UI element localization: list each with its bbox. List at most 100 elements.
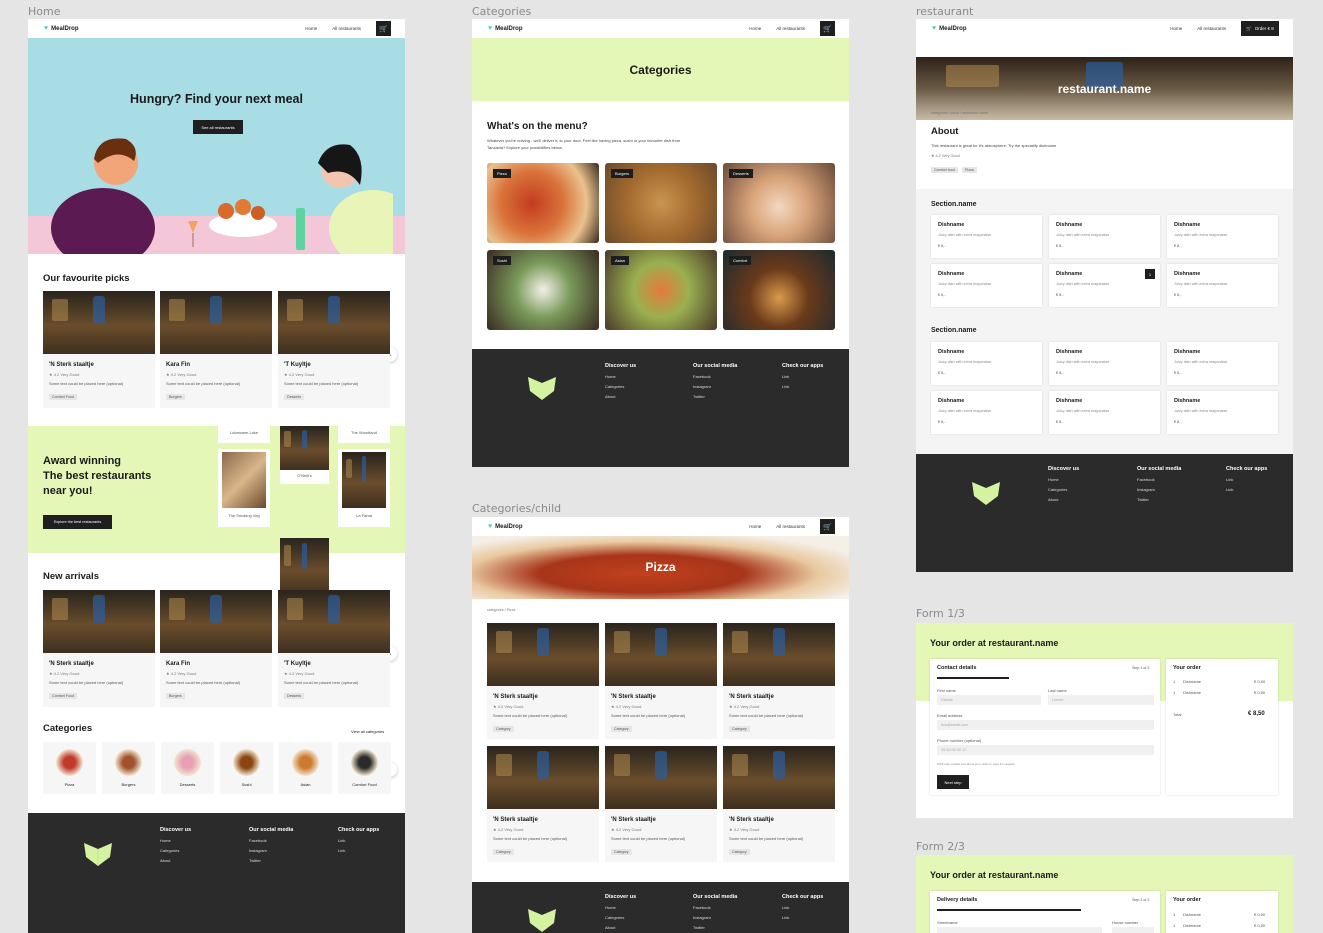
footer-link[interactable]: Home: [605, 903, 636, 913]
restaurant-card[interactable]: 'N Sterk staaltje ★ 4.2 Very Good Some t…: [723, 623, 835, 739]
restaurant-card[interactable]: 'T Kuyltje ★ 4.2 Very Good Some text cou…: [278, 590, 390, 707]
email-input[interactable]: rixa@email.com: [937, 720, 1154, 730]
category-tile[interactable]: Asian: [605, 250, 717, 330]
footer-link[interactable]: Categories: [160, 846, 191, 856]
cart-button[interactable]: 🛒: [820, 519, 835, 534]
award-card[interactable]: The Woodland: [338, 426, 390, 443]
breadcrumb[interactable]: categories / pizza / restaurant.name: [931, 111, 988, 115]
restaurant-card[interactable]: 'N Sterk staaltje ★ 4.2 Very Good Some t…: [487, 623, 599, 739]
footer-link[interactable]: Link: [338, 846, 379, 856]
dish-card[interactable]: Dishname Juicy dish with extra mayonaise…: [931, 391, 1042, 434]
footer-link[interactable]: Categories: [1048, 485, 1079, 495]
restaurant-card[interactable]: 'N Sterk staaltje ★ 4.2 Very Good Some t…: [605, 746, 717, 862]
nav-all-restaurants-link[interactable]: All restaurants: [1197, 26, 1226, 31]
nav-all-restaurants-link[interactable]: All restaurants: [332, 26, 361, 31]
footer-link[interactable]: Instagram: [1137, 485, 1181, 495]
cart-button[interactable]: 🛒: [376, 21, 391, 36]
last-name-input[interactable]: Lianne: [1048, 695, 1154, 705]
cart-order-button[interactable]: 🛒 Order € 8: [1241, 21, 1279, 36]
footer-link[interactable]: Categories: [605, 913, 636, 923]
dish-card[interactable]: Dishname Juicy dish with extra mayonaise…: [1049, 264, 1160, 307]
footer-link[interactable]: Link: [782, 913, 823, 923]
phone-input[interactable]: 06 00 00 00 12: [937, 745, 1154, 755]
nav-home-link[interactable]: Home: [1170, 26, 1182, 31]
category-card[interactable]: Desserts: [161, 742, 214, 794]
restaurant-card[interactable]: 'N Sterk staaltje ★ 4.2 Very Good Some t…: [487, 746, 599, 862]
footer-link[interactable]: Facebook: [249, 836, 293, 846]
footer-link[interactable]: Twitter: [249, 856, 293, 866]
footer-link[interactable]: Link: [782, 903, 823, 913]
nav-home-link[interactable]: Home: [749, 26, 761, 31]
category-card[interactable]: Asian: [279, 742, 332, 794]
award-card[interactable]: O'Neill's: [280, 470, 329, 484]
nav-home-link[interactable]: Home: [305, 26, 317, 31]
category-tile[interactable]: Desserts: [723, 163, 835, 243]
award-card[interactable]: La Fama: [338, 449, 390, 527]
footer-link[interactable]: Link: [338, 836, 379, 846]
see-all-restaurants-button[interactable]: See all restaurants: [193, 120, 243, 134]
brand-logo[interactable]: ♥ MealDrop: [932, 25, 967, 32]
footer-link[interactable]: Home: [605, 372, 636, 382]
restaurant-card[interactable]: 'T Kuyltje ★ 4.2 Very Good Some text cou…: [278, 291, 390, 408]
dish-card[interactable]: Dishname Juicy dish with extra mayonaise…: [931, 215, 1042, 258]
category-card[interactable]: Burgers: [102, 742, 155, 794]
footer-link[interactable]: Facebook: [693, 372, 737, 382]
footer-link[interactable]: Home: [1048, 475, 1079, 485]
restaurant-card[interactable]: 'N Sterk staaltje ★ 4.2 Very Good Some t…: [723, 746, 835, 862]
brand-logo[interactable]: ♥ MealDrop: [488, 25, 523, 32]
category-tile[interactable]: Comfort: [723, 250, 835, 330]
dish-card[interactable]: Dishname Juicy dish with extra mayonaise…: [1167, 215, 1278, 258]
dish-card[interactable]: Dishname Juicy dish with extra mayonaise…: [1167, 342, 1278, 385]
explore-best-button[interactable]: Explore the best restaurants: [43, 515, 112, 529]
dish-card[interactable]: Dishname Juicy dish with extra mayonaise…: [1167, 391, 1278, 434]
footer-link[interactable]: Twitter: [1137, 495, 1181, 505]
breadcrumb[interactable]: categories / Pizza: [487, 608, 515, 612]
brand-logo[interactable]: ♥ MealDrop: [488, 523, 523, 530]
category-card[interactable]: Comfort Food: [338, 742, 391, 794]
brand-logo[interactable]: ♥ MealDrop: [44, 25, 79, 32]
dish-card[interactable]: Dishname Juicy dish with extra mayonaise…: [1167, 264, 1278, 307]
restaurant-card[interactable]: Kara Fin ★ 4.2 Very Good Some text could…: [160, 291, 272, 408]
footer-link[interactable]: Link: [782, 372, 823, 382]
footer-link[interactable]: About: [1048, 495, 1079, 505]
category-card[interactable]: Pizza: [43, 742, 96, 794]
nav-all-restaurants-link[interactable]: All restaurants: [776, 26, 805, 31]
restaurant-card[interactable]: 'N Sterk staaltje ★ 4.2 Very Good Some t…: [605, 623, 717, 739]
footer-link[interactable]: About: [605, 392, 636, 402]
dish-card[interactable]: Dishname Juicy dish with extra mayonaise…: [1049, 215, 1160, 258]
restaurant-card[interactable]: 'N Sterk staaltje ★ 4.2 Very Good Some t…: [43, 590, 155, 707]
footer-link[interactable]: Instagram: [693, 913, 737, 923]
footer-link[interactable]: Facebook: [1137, 475, 1181, 485]
restaurant-card[interactable]: Kara Fin ★ 4.2 Very Good Some text could…: [160, 590, 272, 707]
footer-link[interactable]: Facebook: [693, 903, 737, 913]
dish-card[interactable]: Dishname Juicy dish with extra mayonaise…: [931, 264, 1042, 307]
footer-link[interactable]: Instagram: [693, 382, 737, 392]
award-card[interactable]: The Smoking Veg: [218, 449, 270, 527]
footer-link[interactable]: Link: [1226, 485, 1267, 495]
cart-button[interactable]: 🛒: [820, 21, 835, 36]
dish-card[interactable]: Dishname Juicy dish with extra mayonaise…: [931, 342, 1042, 385]
view-all-categories-link[interactable]: View all categories: [351, 729, 384, 734]
dish-card[interactable]: Dishname Juicy dish with extra mayonaise…: [1049, 391, 1160, 434]
next-step-button[interactable]: Next step: [937, 775, 969, 789]
award-card[interactable]: Lukewarm Lake: [218, 426, 270, 443]
category-tile[interactable]: Sushi: [487, 250, 599, 330]
footer-link[interactable]: Instagram: [249, 846, 293, 856]
footer-link[interactable]: Twitter: [693, 923, 737, 933]
category-tile[interactable]: Pizza: [487, 163, 599, 243]
street-input[interactable]: [937, 927, 1102, 933]
dish-card[interactable]: Dishname Juicy dish with extra mayonaise…: [1049, 342, 1160, 385]
house-number-input[interactable]: [1112, 927, 1154, 933]
first-name-input[interactable]: Rianne: [937, 695, 1041, 705]
nav-home-link[interactable]: Home: [749, 524, 761, 529]
footer-link[interactable]: About: [605, 923, 636, 933]
footer-link[interactable]: Link: [782, 382, 823, 392]
category-tile[interactable]: Burgers: [605, 163, 717, 243]
category-card[interactable]: Sushi: [220, 742, 273, 794]
footer-link[interactable]: About: [160, 856, 191, 866]
footer-link[interactable]: Categories: [605, 382, 636, 392]
footer-link[interactable]: Link: [1226, 475, 1267, 485]
footer-link[interactable]: Twitter: [693, 392, 737, 402]
restaurant-card[interactable]: 'N Sterk staaltje ★ 4.2 Very Good Some t…: [43, 291, 155, 408]
footer-link[interactable]: Home: [160, 836, 191, 846]
